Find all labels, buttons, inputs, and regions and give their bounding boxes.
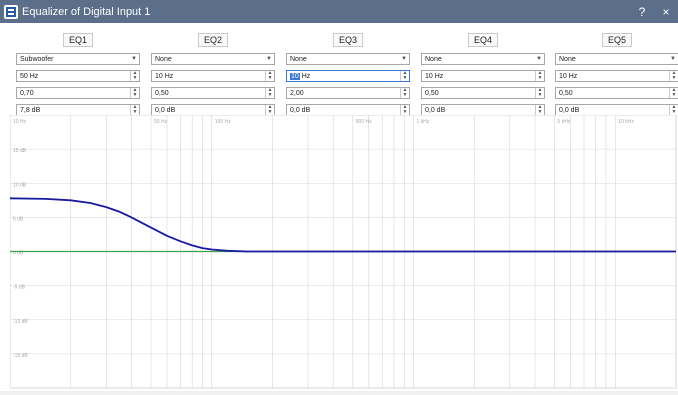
eq3-q-value: 2,00 bbox=[290, 89, 304, 97]
close-button[interactable]: × bbox=[654, 5, 678, 19]
frequency-response-chart: 10 Hz50 Hz100 Hz500 Hz1 kHz5 kHz10 kHz20… bbox=[9, 114, 678, 390]
chevron-down-icon: ▼ bbox=[266, 56, 272, 62]
spin-arrows-icon[interactable]: ▲ ▼ bbox=[400, 105, 409, 115]
eq5-gain-value: 0,0 dB bbox=[559, 106, 580, 114]
spin-arrows-icon[interactable]: ▲ ▼ bbox=[669, 71, 678, 81]
freq-unit: Hz bbox=[299, 72, 311, 80]
eq5-label: EQ5 bbox=[602, 33, 632, 47]
y-tick-label: 15 dB bbox=[13, 148, 27, 154]
eq3-q-spinbox[interactable]: 2,00 ▲ ▼ bbox=[286, 87, 410, 99]
eq1-gain-value: 7,8 dB bbox=[20, 106, 41, 114]
chevron-down-icon: ▼ bbox=[131, 56, 137, 62]
y-tick-label: -10 dB bbox=[13, 319, 28, 325]
spin-arrows-icon[interactable]: ▲ ▼ bbox=[535, 88, 544, 98]
eq5-freq-spinbox[interactable]: 10 Hz ▲ ▼ bbox=[555, 70, 678, 82]
y-tick-label: -5 dB bbox=[13, 285, 26, 291]
eq5-freq-value: 10 Hz bbox=[559, 72, 578, 80]
eq4-type-value: None bbox=[425, 55, 442, 63]
spin-arrows-icon[interactable]: ▲ ▼ bbox=[535, 71, 544, 81]
spin-arrows-icon[interactable]: ▲ ▼ bbox=[130, 71, 139, 81]
eq5-column: EQ5 None ▼ 10 Hz ▲ ▼ 0,50 ▲ ▼ 0,0 dB ▲ ▼ bbox=[555, 33, 678, 121]
y-tick-label: 5 dB bbox=[13, 216, 24, 222]
chevron-down-icon: ▼ bbox=[670, 56, 676, 62]
eq2-type-dropdown[interactable]: None ▼ bbox=[151, 53, 275, 65]
eq1-freq-spinbox[interactable]: 50 Hz ▲ ▼ bbox=[16, 70, 140, 82]
eq2-label: EQ2 bbox=[198, 33, 228, 47]
app-icon bbox=[4, 4, 18, 19]
eq2-freq-value: 10 Hz bbox=[155, 72, 174, 80]
eq1-freq-value: 50 Hz bbox=[20, 72, 39, 80]
x-tick-label: 10 Hz bbox=[13, 119, 27, 125]
spin-arrows-icon[interactable]: ▲ ▼ bbox=[130, 105, 139, 115]
selected-text: 10 bbox=[290, 72, 300, 80]
y-tick-label: 10 dB bbox=[13, 182, 27, 188]
eq5-type-value: None bbox=[559, 55, 576, 63]
eq1-q-value: 0,70 bbox=[20, 89, 34, 97]
spin-arrows-icon[interactable]: ▲ ▼ bbox=[265, 71, 274, 81]
x-tick-label: 10 kHz bbox=[618, 119, 634, 125]
x-tick-label: 100 Hz bbox=[215, 119, 231, 125]
x-tick-label: 5 kHz bbox=[558, 119, 571, 125]
spin-arrows-icon[interactable]: ▲ ▼ bbox=[535, 105, 544, 115]
window-titlebar: Equalizer of Digital Input 1 ? × bbox=[0, 0, 678, 23]
x-tick-label: 50 Hz bbox=[154, 119, 168, 125]
eq4-column: EQ4 None ▼ 10 Hz ▲ ▼ 0,50 ▲ ▼ 0,0 dB ▲ ▼ bbox=[421, 33, 545, 121]
y-tick-label: -15 dB bbox=[13, 353, 28, 359]
eq4-q-value: 0,50 bbox=[425, 89, 439, 97]
eq5-q-spinbox[interactable]: 0,50 ▲ ▼ bbox=[555, 87, 678, 99]
spin-arrows-icon[interactable]: ▲ ▼ bbox=[669, 105, 678, 115]
eq5-type-dropdown[interactable]: None ▼ bbox=[555, 53, 678, 65]
help-button[interactable]: ? bbox=[630, 5, 654, 19]
window-title: Equalizer of Digital Input 1 bbox=[22, 5, 151, 18]
eq3-column: EQ3 None ▼ 10 Hz ▲ ▼ 2,00 ▲ ▼ 0,0 dB ▲ ▼ bbox=[286, 33, 410, 121]
eq2-type-value: None bbox=[155, 55, 172, 63]
eq4-freq-spinbox[interactable]: 10 Hz ▲ ▼ bbox=[421, 70, 545, 82]
eq2-gain-value: 0,0 dB bbox=[155, 106, 176, 114]
eq4-q-spinbox[interactable]: 0,50 ▲ ▼ bbox=[421, 87, 545, 99]
eq2-column: EQ2 None ▼ 10 Hz ▲ ▼ 0,50 ▲ ▼ 0,0 dB ▲ ▼ bbox=[151, 33, 275, 121]
eq1-q-spinbox[interactable]: 0,70 ▲ ▼ bbox=[16, 87, 140, 99]
x-tick-label: 500 Hz bbox=[356, 119, 372, 125]
x-tick-label: 1 kHz bbox=[417, 119, 430, 125]
spin-arrows-icon[interactable]: ▲ ▼ bbox=[265, 88, 274, 98]
chart-svg: 10 Hz50 Hz100 Hz500 Hz1 kHz5 kHz10 kHz20… bbox=[9, 114, 677, 389]
eq4-gain-value: 0,0 dB bbox=[425, 106, 446, 114]
eq3-gain-value: 0,0 dB bbox=[290, 106, 311, 114]
spin-arrows-icon[interactable]: ▲ ▼ bbox=[400, 71, 409, 81]
spin-arrows-icon[interactable]: ▲ ▼ bbox=[669, 88, 678, 98]
eq1-column: EQ1 Subwoofer ▼ 50 Hz ▲ ▼ 0,70 ▲ ▼ 7,8 dB ▲ ▼ bbox=[16, 33, 140, 121]
eq1-type-value: Subwoofer bbox=[20, 55, 54, 63]
eq2-q-spinbox[interactable]: 0,50 ▲ ▼ bbox=[151, 87, 275, 99]
eq2-q-value: 0,50 bbox=[155, 89, 169, 97]
eq4-freq-value: 10 Hz bbox=[425, 72, 444, 80]
spin-arrows-icon[interactable]: ▲ ▼ bbox=[400, 88, 409, 98]
eq3-type-value: None bbox=[290, 55, 307, 63]
spin-arrows-icon[interactable]: ▲ ▼ bbox=[130, 88, 139, 98]
eq4-type-dropdown[interactable]: None ▼ bbox=[421, 53, 545, 65]
eq1-label: EQ1 bbox=[63, 33, 93, 47]
chevron-down-icon: ▼ bbox=[401, 56, 407, 62]
spin-arrows-icon[interactable]: ▲ ▼ bbox=[265, 105, 274, 115]
chevron-down-icon: ▼ bbox=[536, 56, 542, 62]
eq1-type-dropdown[interactable]: Subwoofer ▼ bbox=[16, 53, 140, 65]
eq5-q-value: 0,50 bbox=[559, 89, 573, 97]
eq4-label: EQ4 bbox=[468, 33, 498, 47]
eq3-freq-value: 10 Hz bbox=[290, 72, 400, 80]
eq3-label: EQ3 bbox=[333, 33, 363, 47]
eq2-freq-spinbox[interactable]: 10 Hz ▲ ▼ bbox=[151, 70, 275, 82]
eq3-freq-spinbox[interactable]: 10 Hz ▲ ▼ bbox=[286, 70, 410, 82]
eq3-type-dropdown[interactable]: None ▼ bbox=[286, 53, 410, 65]
